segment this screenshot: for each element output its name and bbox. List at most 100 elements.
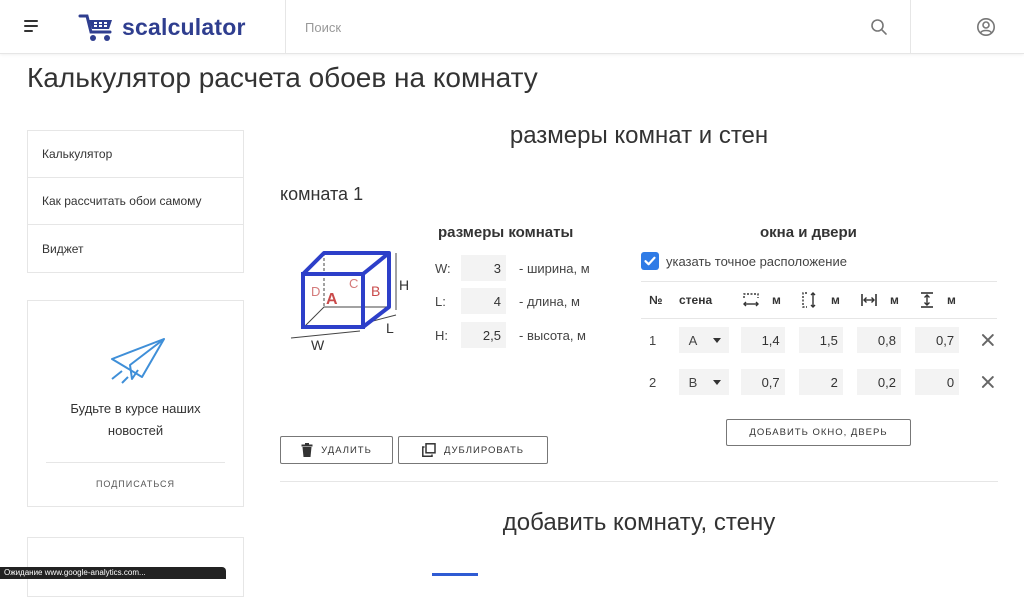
dim-unit: - высота, м xyxy=(519,327,586,343)
search-input[interactable] xyxy=(286,0,910,54)
divider xyxy=(46,462,225,463)
user-account-icon[interactable] xyxy=(976,17,996,37)
duplicate-room-label: ДУБЛИРОВАТЬ xyxy=(443,444,525,456)
caret-down-icon xyxy=(712,337,721,343)
newsletter-text: Будьте в курсе наших новостей xyxy=(28,398,243,442)
newsletter-line-2: новостей xyxy=(107,423,164,438)
row-number: 2 xyxy=(649,374,657,390)
newsletter-line-1: Будьте в курсе наших xyxy=(70,401,201,416)
wall-select[interactable]: B xyxy=(678,369,729,395)
header-divider xyxy=(910,0,911,54)
sidebar-item-calculator[interactable]: Калькулятор xyxy=(28,131,243,178)
caret-down-icon xyxy=(712,379,721,385)
opening-width-input[interactable] xyxy=(740,327,785,353)
add-room-section-title: добавить комнату, стену xyxy=(502,509,776,536)
height-cell xyxy=(798,369,857,395)
subscribe-link[interactable]: ПОДПИСАТЬСЯ xyxy=(28,479,243,489)
site-logo[interactable]: scalculator xyxy=(78,10,246,44)
offset-x-input[interactable] xyxy=(856,327,901,353)
col-offset-x-header: м xyxy=(860,292,919,308)
dim-unit: - длина, м xyxy=(519,293,580,309)
room-dims-title: размеры комнаты xyxy=(438,224,574,241)
room-title: комната 1 xyxy=(280,184,364,204)
wall-cell: A xyxy=(678,327,741,353)
dim-label: H: xyxy=(435,327,448,343)
height-input[interactable] xyxy=(461,322,506,348)
logo-text: scalculator xyxy=(122,13,246,40)
offset-x-cell xyxy=(856,327,915,353)
duplicate-room-button[interactable]: ДУБЛИРОВАТЬ xyxy=(398,436,548,464)
wall-select-value: A xyxy=(688,332,698,348)
opening-height-input[interactable] xyxy=(798,327,843,353)
vertical-offset-icon xyxy=(921,292,933,308)
section-divider xyxy=(280,481,998,482)
width-input[interactable] xyxy=(461,255,506,281)
exact-position-checkbox[interactable] xyxy=(641,252,659,270)
col-width-header: м xyxy=(742,292,801,308)
col-num-header: № xyxy=(649,293,663,307)
dim-row-width: W: - ширина, м xyxy=(435,255,590,281)
opening-height-input[interactable] xyxy=(798,369,843,395)
windows-doors-title: окна и двери xyxy=(760,224,857,241)
offset-y-input[interactable] xyxy=(915,327,960,353)
opening-width-input[interactable] xyxy=(740,369,785,395)
unit-label: м xyxy=(890,293,899,307)
wall-c-label: C xyxy=(349,276,358,291)
delete-room-label: УДАЛИТЬ xyxy=(321,444,372,456)
height-label: H xyxy=(399,277,409,293)
dim-label: W: xyxy=(435,260,451,276)
newsletter-box: Будьте в курсе наших новостей ПОДПИСАТЬС… xyxy=(27,300,244,507)
wall-cell: B xyxy=(678,369,741,395)
exact-position-label: указать точное расположение xyxy=(666,254,847,269)
logo-cart-icon xyxy=(78,14,112,41)
width-cell xyxy=(740,327,799,353)
sidebar-item-how-to[interactable]: Как рассчитать обои самому xyxy=(28,178,243,225)
height-cell xyxy=(798,327,857,353)
sidebar-menu: Калькулятор Как рассчитать обои самому В… xyxy=(27,130,244,273)
col-offset-y-header: м xyxy=(919,291,978,309)
dim-unit: - ширина, м xyxy=(519,260,590,276)
remove-row-icon[interactable] xyxy=(979,373,997,391)
page-title: Калькулятор расчета обоев на комнату xyxy=(27,62,538,93)
length-label: L xyxy=(386,320,394,336)
search-icon[interactable] xyxy=(870,18,888,36)
col-height-header: м xyxy=(801,291,860,309)
windows-doors-table: № стена м м м м 1 A 1,4 1,5 0,8 0,7 2 B … xyxy=(641,281,997,403)
table-row: 2 B xyxy=(641,361,997,403)
checkmark-icon xyxy=(644,256,656,266)
paper-plane-icon xyxy=(111,338,165,384)
dim-row-height: H: - высота, м xyxy=(435,322,586,348)
height-dimension-icon xyxy=(802,292,816,308)
offset-x-cell xyxy=(856,369,915,395)
dim-label: L: xyxy=(435,293,446,309)
horizontal-offset-icon xyxy=(861,294,877,306)
width-dimension-icon xyxy=(743,293,759,307)
add-window-door-label: ДОБАВИТЬ ОКНО, ДВЕРЬ xyxy=(749,427,888,438)
offset-y-input[interactable] xyxy=(915,369,960,395)
dim-row-length: L: - длина, м xyxy=(435,288,580,314)
browser-status-bar: Ожидание www.google-analytics.com... xyxy=(0,567,226,579)
delete-room-button[interactable]: УДАЛИТЬ xyxy=(280,436,393,464)
wall-a-label: A xyxy=(326,291,338,308)
wall-select[interactable]: A xyxy=(678,327,729,353)
sidebar-item-widget[interactable]: Виджет xyxy=(28,225,243,272)
add-window-door-button[interactable]: ДОБАВИТЬ ОКНО, ДВЕРЬ xyxy=(726,419,911,446)
search-box xyxy=(286,0,910,54)
length-input[interactable] xyxy=(461,288,506,314)
row-number: 1 xyxy=(649,332,657,348)
offset-x-input[interactable] xyxy=(856,369,901,395)
top-header: scalculator xyxy=(0,0,1024,54)
width-cell xyxy=(740,369,799,395)
unit-label: м xyxy=(772,293,781,307)
wall-d-label: D xyxy=(311,284,320,299)
trash-icon xyxy=(301,443,313,457)
width-label: W xyxy=(311,337,325,352)
offset-y-cell xyxy=(915,369,973,395)
rooms-section-title: размеры комнат и стен xyxy=(509,122,769,149)
menu-icon[interactable] xyxy=(24,17,46,37)
remove-row-icon[interactable] xyxy=(979,331,997,349)
wall-b-label: B xyxy=(371,283,380,299)
col-wall-header: стена xyxy=(679,293,713,307)
offset-y-cell xyxy=(915,327,973,353)
unit-label: м xyxy=(831,293,840,307)
